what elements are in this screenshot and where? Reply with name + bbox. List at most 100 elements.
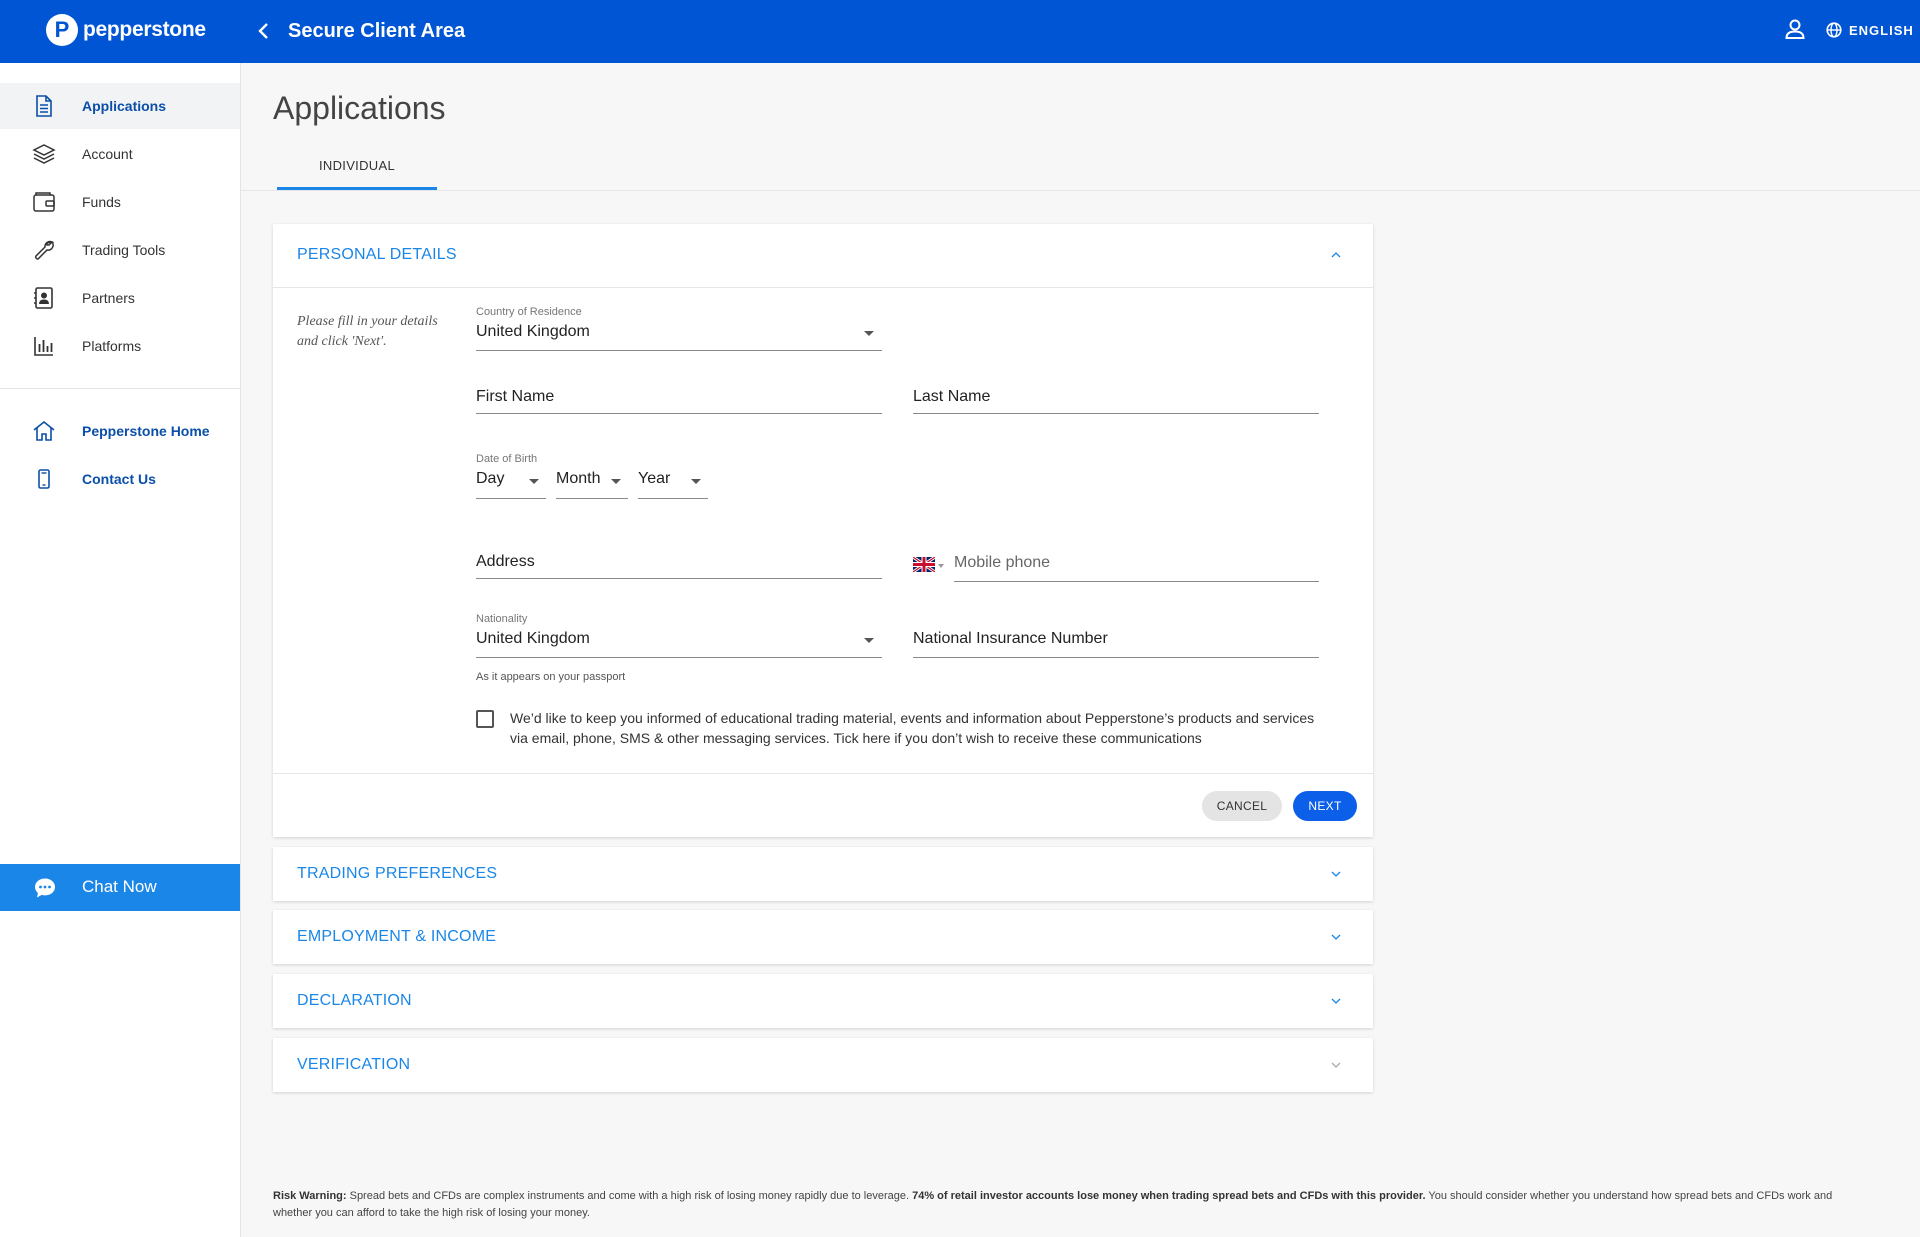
country-code-selector[interactable]: [913, 555, 947, 575]
top-bar: P pepperstone Secure Client Area ENGLISH: [0, 0, 1920, 63]
bar-chart-icon: [34, 337, 53, 356]
field-label: National Insurance Number: [913, 630, 1108, 647]
field-underline: [556, 498, 628, 499]
trading-preferences-panel[interactable]: TRADING PREFERENCES: [273, 847, 1373, 901]
home-icon: [33, 420, 55, 441]
personal-details-panel: PERSONAL DETAILS Please fill in your det…: [273, 224, 1373, 837]
mobile-phone-input[interactable]: [954, 544, 1319, 582]
pepperstone-logo-mark-icon: P: [46, 14, 78, 46]
sidebar-link-contact-us[interactable]: Contact Us: [0, 456, 240, 502]
field-value: Year: [638, 470, 671, 487]
panel-footer-divider: [273, 773, 1373, 774]
risk-warning-statistic: 74% of retail investor accounts lose mon…: [912, 1190, 1426, 1202]
date-of-birth-label: Date of Birth: [476, 453, 538, 465]
national-insurance-number-field[interactable]: National Insurance Number: [913, 619, 1319, 658]
panel-divider: [273, 287, 1373, 288]
field-underline: [476, 350, 882, 351]
sidebar-item-platforms[interactable]: Platforms: [0, 323, 240, 369]
cancel-button[interactable]: CANCEL: [1202, 791, 1282, 821]
instructions-text: Please fill in your details and click 'N…: [297, 314, 438, 349]
tab-individual[interactable]: INDIVIDUAL: [277, 150, 437, 190]
sidebar-item-funds[interactable]: Funds: [0, 179, 240, 225]
chat-now-button[interactable]: Chat Now: [0, 864, 240, 911]
dob-month-select[interactable]: Month: [556, 468, 628, 499]
wrench-icon: [34, 240, 55, 260]
field-underline: [476, 498, 546, 499]
field-underline: [638, 498, 708, 499]
globe-icon: [1826, 22, 1842, 38]
field-value: United Kingdom: [476, 323, 590, 340]
dob-day-select[interactable]: Day: [476, 468, 546, 499]
phone-icon: [38, 469, 50, 489]
contact-card-icon: [34, 287, 53, 309]
field-value: United Kingdom: [476, 630, 590, 647]
field-label: Address: [476, 553, 535, 570]
field-underline: [954, 581, 1319, 582]
sidebar-item-partners[interactable]: Partners: [0, 275, 240, 321]
chevron-down-icon: [1331, 998, 1341, 1004]
address-field[interactable]: Address: [476, 538, 882, 579]
last-name-field[interactable]: Last Name: [913, 374, 1319, 414]
chat-now-label: Chat Now: [82, 877, 157, 896]
mobile-phone-field[interactable]: [954, 544, 1319, 582]
field-underline: [476, 657, 882, 658]
section-title: EMPLOYMENT & INCOME: [297, 928, 497, 945]
risk-warning: Risk Warning: Spread bets and CFDs are c…: [273, 1188, 1873, 1222]
section-title: TRADING PREFERENCES: [297, 865, 498, 882]
document-icon: [36, 95, 52, 117]
brand-name: pepperstone: [83, 18, 206, 41]
sidebar-link-label: Pepperstone Home: [82, 423, 210, 439]
nationality-select[interactable]: Nationality United Kingdom: [476, 613, 882, 658]
dropdown-arrow-icon: [938, 564, 944, 568]
page-title: Applications: [273, 90, 446, 126]
nationality-helper-text: As it appears on your passport: [476, 671, 626, 683]
language-label: ENGLISH: [1849, 22, 1914, 38]
field-value: Day: [476, 470, 505, 487]
sidebar-item-account[interactable]: Account: [0, 131, 240, 177]
risk-warning-label: Risk Warning:: [273, 1190, 347, 1202]
sidebar-item-label: Account: [82, 146, 133, 162]
sidebar-item-trading-tools[interactable]: Trading Tools: [0, 227, 240, 273]
section-title: VERIFICATION: [297, 1056, 411, 1073]
back-button[interactable]: [252, 18, 276, 44]
wallet-icon: [33, 192, 55, 212]
first-name-field[interactable]: First Name: [476, 374, 882, 414]
sidebar-item-label: Partners: [82, 290, 135, 306]
dropdown-arrow-icon: [611, 479, 621, 484]
user-icon[interactable]: [1784, 18, 1806, 40]
field-value: Month: [556, 470, 601, 487]
dropdown-arrow-icon: [864, 331, 874, 336]
marketing-consent-text: We’d like to keep you informed of educat…: [510, 710, 1315, 746]
risk-warning-text: Spread bets and CFDs are complex instrum…: [346, 1190, 913, 1202]
employment-income-panel[interactable]: EMPLOYMENT & INCOME: [273, 910, 1373, 964]
dropdown-arrow-icon: [529, 479, 539, 484]
dob-year-select[interactable]: Year: [638, 468, 708, 499]
verification-panel[interactable]: VERIFICATION: [273, 1038, 1373, 1092]
chevron-down-icon: [1331, 1062, 1341, 1068]
sidebar-divider: [0, 388, 240, 389]
next-button[interactable]: NEXT: [1293, 791, 1357, 821]
sidebar-item-applications[interactable]: Applications: [0, 83, 240, 129]
tabs-divider: [241, 190, 1920, 191]
field-label: First Name: [476, 388, 555, 405]
field-label: Country of Residence: [476, 306, 582, 318]
pepperstone-logo[interactable]: P pepperstone: [46, 14, 206, 46]
language-selector[interactable]: ENGLISH: [1826, 22, 1914, 38]
marketing-opt-out-checkbox[interactable]: [476, 710, 494, 728]
chevron-up-icon: [1331, 252, 1341, 258]
chevron-left-icon: [258, 23, 268, 39]
sidebar-link-pepperstone-home[interactable]: Pepperstone Home: [0, 408, 240, 454]
declaration-panel[interactable]: DECLARATION: [273, 974, 1373, 1028]
chevron-down-icon: [1331, 871, 1341, 877]
personal-details-header[interactable]: PERSONAL DETAILS: [273, 224, 1373, 287]
field-underline: [476, 578, 882, 579]
dropdown-arrow-icon: [864, 638, 874, 643]
sidebar-item-label: Applications: [82, 98, 167, 114]
dropdown-arrow-icon: [691, 479, 701, 484]
sidebar-link-label: Contact Us: [82, 471, 156, 487]
uk-flag-icon: [913, 557, 935, 572]
app-title: Secure Client Area: [288, 20, 466, 42]
field-label: Nationality: [476, 613, 528, 625]
sidebar-item-label: Platforms: [82, 338, 142, 354]
country-of-residence-select[interactable]: Country of Residence United Kingdom: [476, 306, 882, 351]
